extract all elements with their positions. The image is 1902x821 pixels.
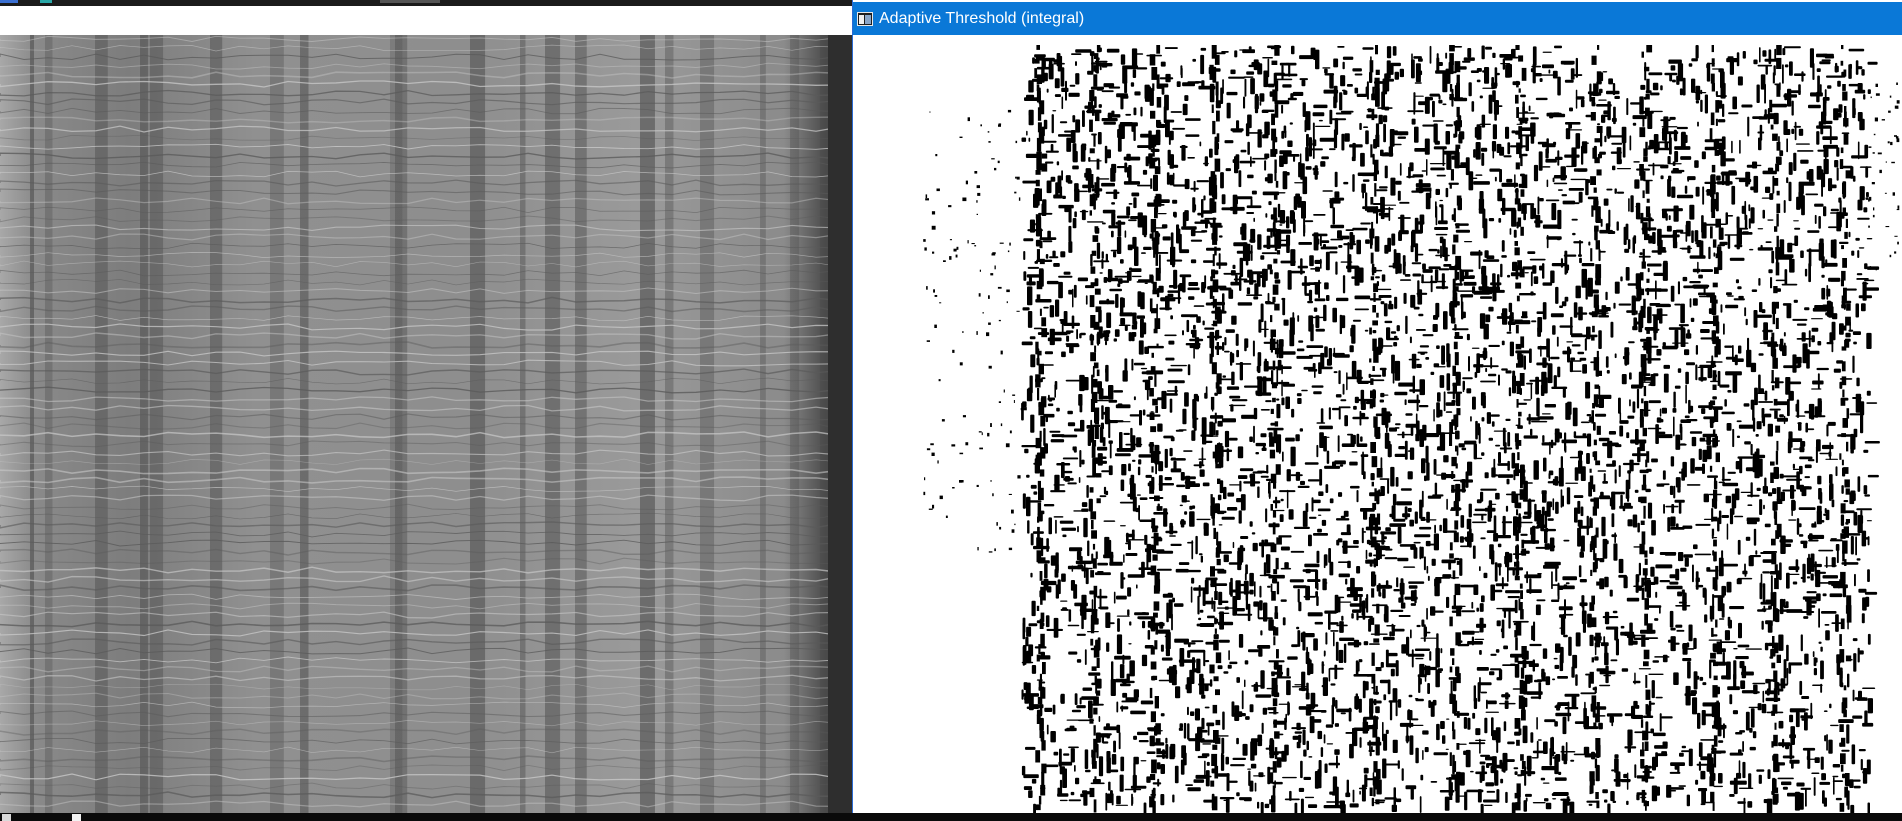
source-texture-canvas <box>0 35 852 813</box>
desktop: Adaptive Threshold (integral) <box>0 0 1902 821</box>
threshold-window-title: Adaptive Threshold (integral) <box>879 9 1085 27</box>
threshold-window[interactable]: Adaptive Threshold (integral) <box>852 0 1902 813</box>
taskbar <box>0 813 1902 821</box>
source-image-window <box>0 0 852 813</box>
binary-threshold-image[interactable] <box>853 35 1902 813</box>
source-grayscale-image[interactable] <box>0 35 852 813</box>
windows-start-icon[interactable] <box>2 814 11 821</box>
app-window-icon <box>857 11 873 27</box>
threshold-window-titlebar[interactable]: Adaptive Threshold (integral) <box>853 2 1902 35</box>
app-icon[interactable] <box>72 814 81 821</box>
source-window-titlebar-fragment <box>0 0 852 6</box>
threshold-texture-canvas <box>923 45 1900 813</box>
